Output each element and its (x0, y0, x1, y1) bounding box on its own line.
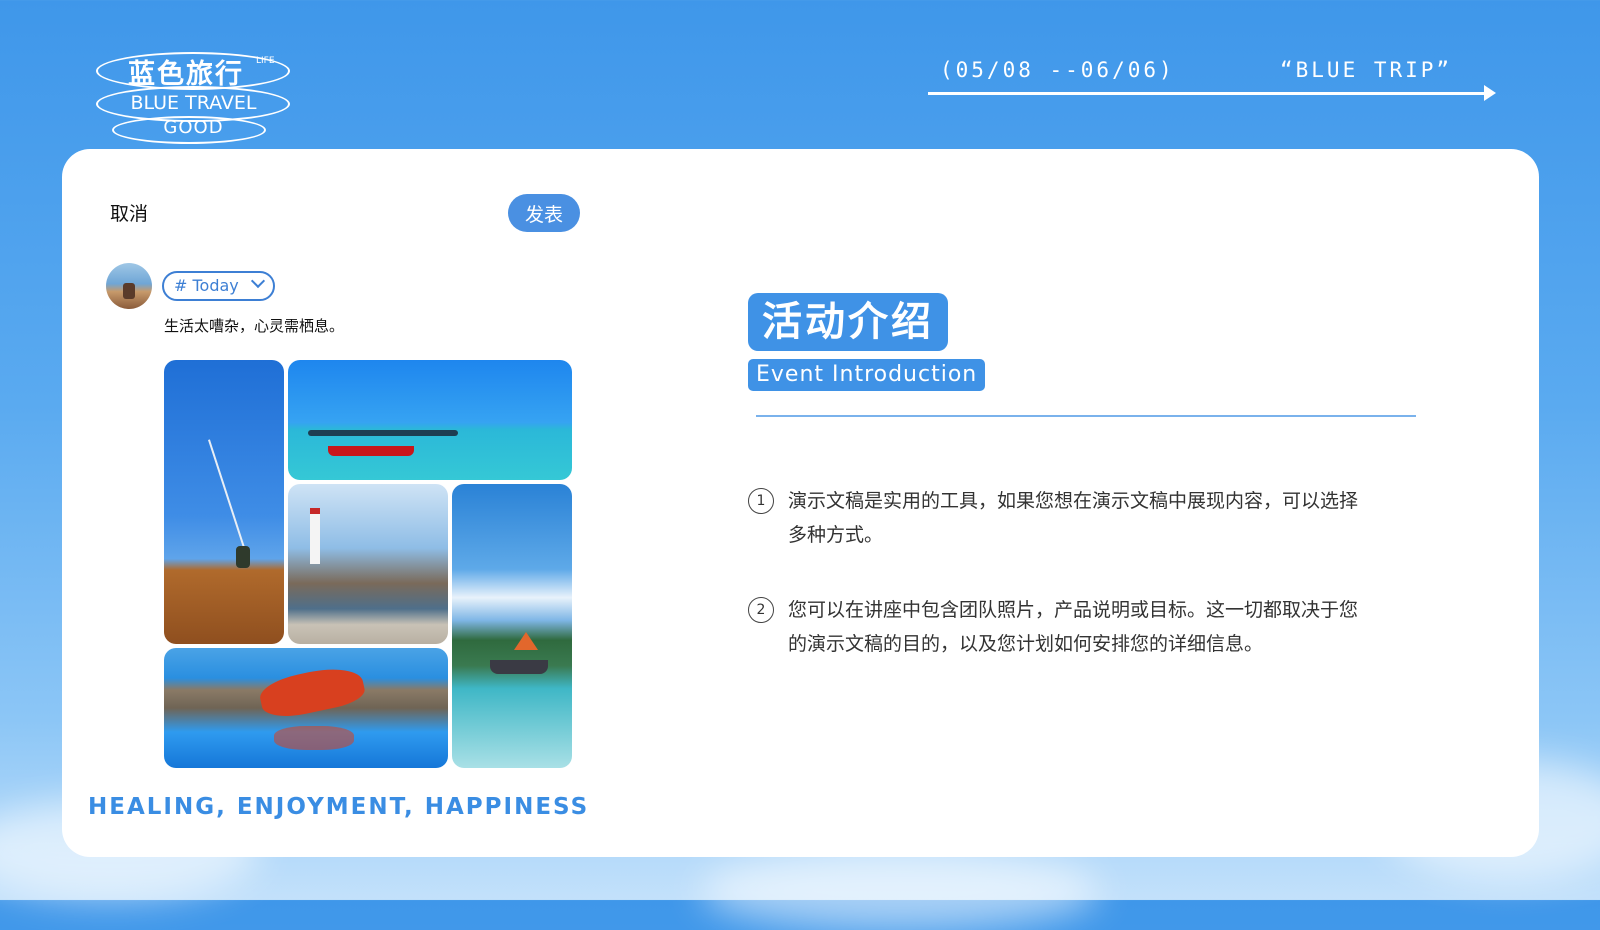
item-number-badge: 1 (748, 488, 774, 514)
date-range: (05/08 --06/06) (940, 58, 1175, 82)
topic-tag-label: # Today (174, 276, 239, 295)
photo-fishing-cliff[interactable] (164, 360, 284, 644)
water-reflection (274, 726, 354, 750)
sail (514, 632, 538, 650)
brand-logo: 蓝色旅行 LIFE BLUE TRAVEL GOOD (96, 50, 291, 144)
item-number-badge: 2 (748, 597, 774, 623)
photo-lighthouse[interactable] (288, 484, 448, 644)
fisherman (236, 546, 250, 568)
trip-label: “BLUE TRIP” (1280, 58, 1453, 82)
post-text: 生活太嘈杂，心灵需栖息。 (164, 317, 345, 335)
lighthouse-tower (310, 514, 320, 564)
content-card: 取消 发表 # Today 生活太嘈杂，心灵需栖息。 HEALING, ENJO… (62, 149, 1539, 857)
cancel-button[interactable]: 取消 (110, 199, 148, 226)
red-boat (328, 446, 414, 456)
section-title-en: Event Introduction (748, 359, 986, 391)
publish-button[interactable]: 发表 (508, 194, 580, 232)
chevron-down-icon (250, 273, 265, 289)
header-arrow-line (928, 92, 1488, 95)
cloud-decoration (700, 850, 1100, 930)
photo-woman-reflection[interactable] (164, 648, 448, 768)
intro-item-text: 演示文稿是实用的工具，如果您想在演示文稿中展现内容，可以选择多种方式。 (788, 490, 1359, 546)
logo-title-en: BLUE TRAVEL (130, 92, 257, 114)
footer-tagline: HEALING, ENJOYMENT, HAPPINESS (88, 794, 590, 820)
logo-title-cn: 蓝色旅行 (128, 59, 244, 90)
avatar-figure (123, 283, 135, 299)
ship-hull (490, 660, 548, 674)
island (308, 430, 458, 436)
avatar[interactable] (106, 263, 152, 309)
section-title-cn: 活动介绍 (748, 293, 948, 351)
logo-good: GOOD (163, 117, 224, 138)
red-dress (256, 661, 368, 723)
photo-sailboat-bay[interactable] (452, 484, 572, 768)
arrow-right-icon (1484, 85, 1496, 101)
fishing-rod (208, 439, 247, 555)
photo-red-boat-sea[interactable] (288, 360, 572, 480)
section-divider (756, 415, 1416, 417)
intro-item-text: 您可以在讲座中包含团队照片，产品说明或目标。这一切都取决于您的演示文稿的目的，以… (788, 599, 1359, 655)
logo-life: LIFE (256, 56, 275, 66)
topic-tag-dropdown[interactable]: # Today (162, 271, 275, 301)
